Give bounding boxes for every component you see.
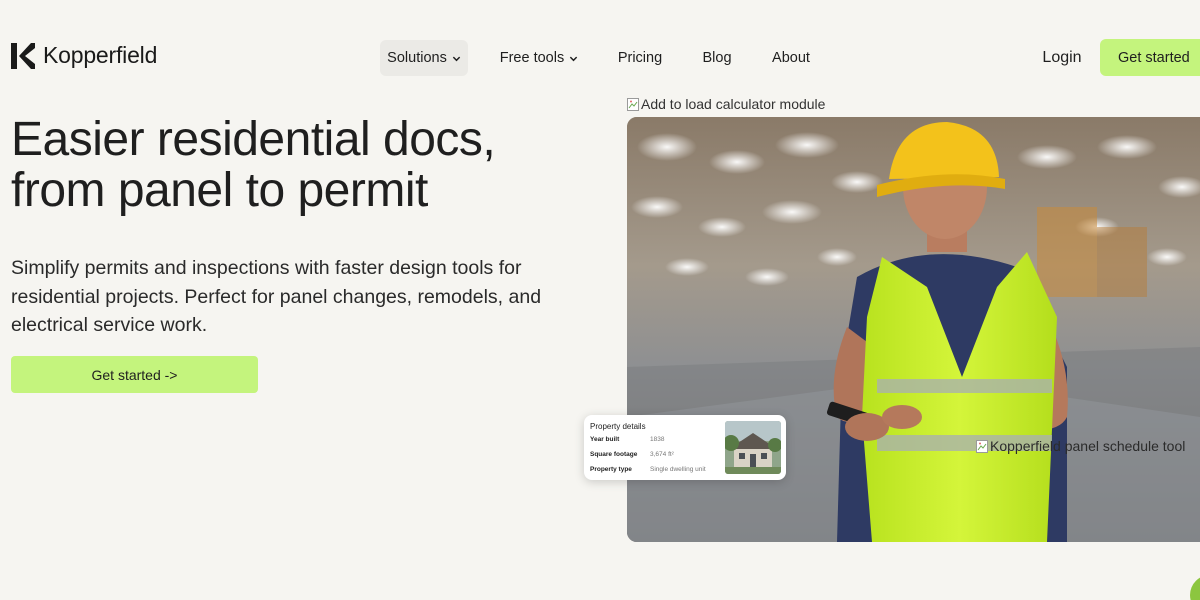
property-label: Square footage	[590, 451, 638, 458]
property-row-year-built: Year built 1838	[590, 436, 664, 443]
panel-schedule-image: Kopperfield panel schedule tool	[976, 438, 1185, 454]
property-row-square-footage: Square footage 3,674 ft²	[590, 451, 674, 458]
property-value: 3,674 ft²	[650, 451, 674, 458]
property-details-card: Property details Year built 1838 Square …	[584, 415, 786, 480]
nav-pricing[interactable]: Pricing	[610, 40, 670, 76]
property-label: Property type	[590, 466, 632, 473]
k-logo-icon	[11, 42, 35, 69]
property-row-property-type: Property type Single dwelling unit	[590, 466, 706, 473]
nav-blog-label: Blog	[702, 50, 732, 66]
brand-name: Kopperfield	[43, 42, 158, 68]
chevron-down-icon	[452, 54, 461, 63]
nav-about-label: About	[772, 50, 810, 66]
hero-title-line2: from panel to permit	[11, 164, 428, 217]
house-thumbnail	[725, 421, 781, 474]
chat-widget-button[interactable]	[1190, 575, 1200, 600]
hero-title: Easier residential docs, from panel to p…	[11, 114, 611, 216]
landing-page: Kopperfield Solutions Free tools Pricing…	[0, 0, 1200, 600]
property-label: Year built	[590, 436, 620, 443]
hero-get-started-button[interactable]: Get started ->	[11, 356, 258, 393]
load-calculator-image: Add to load calculator module	[627, 96, 825, 112]
broken-image-icon	[627, 97, 639, 111]
nav-get-started-button[interactable]: Get started	[1100, 39, 1200, 76]
hero-subtitle: Simplify permits and inspections with fa…	[11, 257, 542, 336]
load-calculator-alt-text: Add to load calculator module	[641, 96, 826, 112]
nav-about[interactable]: About	[764, 40, 818, 76]
nav-free-tools-label: Free tools	[499, 50, 565, 66]
property-value: 1838	[650, 436, 665, 443]
login-link[interactable]: Login	[1030, 40, 1094, 76]
chevron-down-icon	[569, 54, 578, 63]
nav-blog[interactable]: Blog	[696, 40, 738, 76]
nav-solutions[interactable]: Solutions	[380, 40, 468, 76]
property-details-title: Property details	[590, 422, 646, 431]
brand-logo[interactable]: Kopperfield	[11, 42, 157, 69]
hero-title-line1: Easier residential docs,	[11, 113, 496, 166]
panel-schedule-alt-text: Kopperfield panel schedule tool	[990, 438, 1186, 454]
nav-solutions-label: Solutions	[387, 50, 447, 66]
nav-free-tools[interactable]: Free tools	[492, 40, 586, 76]
nav-pricing-label: Pricing	[617, 50, 663, 66]
broken-image-icon	[976, 439, 988, 453]
property-value: Single dwelling unit	[650, 466, 706, 473]
